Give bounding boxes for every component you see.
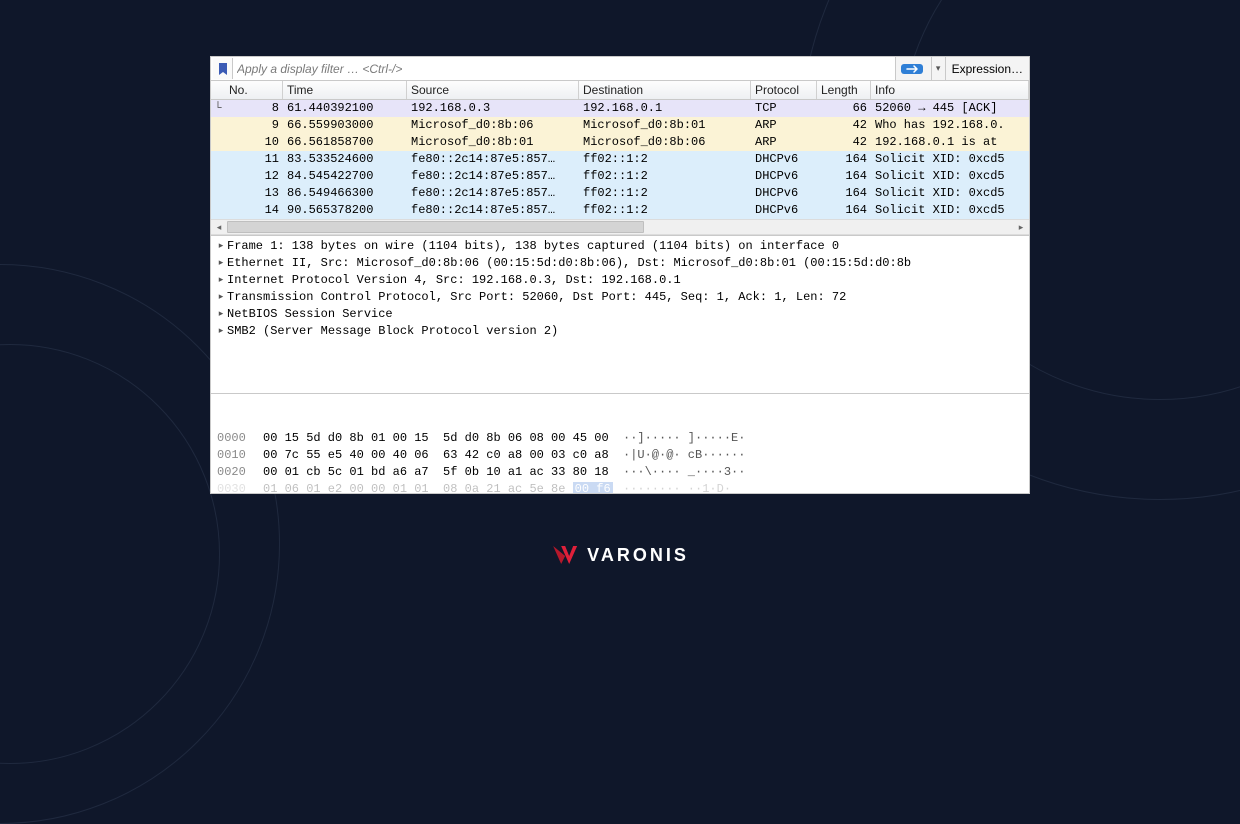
- packet-row[interactable]: 1284.545422700fe80::2c14:87e5:857…ff02::…: [211, 168, 1029, 185]
- detail-tree-item[interactable]: ▸Transmission Control Protocol, Src Port…: [215, 289, 1029, 306]
- packet-row[interactable]: 1386.549466300fe80::2c14:87e5:857…ff02::…: [211, 185, 1029, 202]
- col-header-source[interactable]: Source: [407, 81, 579, 99]
- detail-tree-item[interactable]: ▸Frame 1: 138 bytes on wire (1104 bits),…: [215, 238, 1029, 255]
- varonis-logo: VARONIS: [551, 544, 689, 566]
- col-header-info[interactable]: Info: [871, 81, 1029, 99]
- col-header-time[interactable]: Time: [283, 81, 407, 99]
- packet-row[interactable]: └861.440392100192.168.0.3192.168.0.1TCP6…: [211, 100, 1029, 117]
- expand-caret-icon[interactable]: ▸: [215, 306, 227, 323]
- packet-row[interactable]: 1490.565378200fe80::2c14:87e5:857…ff02::…: [211, 202, 1029, 219]
- packet-bytes-pane[interactable]: 000000 15 5d d0 8b 01 00 15 5d d0 8b 06 …: [211, 393, 1029, 494]
- varonis-logo-text: VARONIS: [587, 545, 689, 566]
- packet-row[interactable]: 1066.561858700Microsof_d0:8b:01Microsof_…: [211, 134, 1029, 151]
- col-header-protocol[interactable]: Protocol: [751, 81, 817, 99]
- packet-list-header[interactable]: No. Time Source Destination Protocol Len…: [211, 81, 1029, 100]
- detail-tree-item[interactable]: ▸SMB2 (Server Message Block Protocol ver…: [215, 323, 1029, 340]
- col-header-no[interactable]: No.: [225, 81, 283, 99]
- expand-caret-icon[interactable]: ▸: [215, 272, 227, 289]
- packet-list-pane: No. Time Source Destination Protocol Len…: [211, 81, 1029, 235]
- hex-row[interactable]: 000000 15 5d d0 8b 01 00 15 5d d0 8b 06 …: [217, 430, 1023, 447]
- expand-caret-icon[interactable]: ▸: [215, 289, 227, 306]
- apply-filter-button[interactable]: [895, 57, 931, 80]
- varonis-logo-icon: [551, 544, 579, 566]
- packet-row[interactable]: 1183.533524600fe80::2c14:87e5:857…ff02::…: [211, 151, 1029, 168]
- packet-details-pane[interactable]: ▸Frame 1: 138 bytes on wire (1104 bits),…: [211, 235, 1029, 393]
- hex-row[interactable]: 002000 01 cb 5c 01 bd a6 a7 5f 0b 10 a1 …: [217, 464, 1023, 481]
- hex-row[interactable]: 003001 06 01 e2 00 00 01 01 08 0a 21 ac …: [217, 481, 1023, 494]
- col-header-length[interactable]: Length: [817, 81, 871, 99]
- detail-tree-item[interactable]: ▸NetBIOS Session Service: [215, 306, 1029, 323]
- filter-history-dropdown[interactable]: ▾: [931, 57, 945, 80]
- col-header-destination[interactable]: Destination: [579, 81, 751, 99]
- hex-row[interactable]: 001000 7c 55 e5 40 00 40 06 63 42 c0 a8 …: [217, 447, 1023, 464]
- detail-tree-item[interactable]: ▸Ethernet II, Src: Microsof_d0:8b:06 (00…: [215, 255, 1029, 272]
- expand-caret-icon[interactable]: ▸: [215, 323, 227, 340]
- expand-caret-icon[interactable]: ▸: [215, 255, 227, 272]
- expand-caret-icon[interactable]: ▸: [215, 238, 227, 255]
- scroll-left-button[interactable]: ◂: [211, 220, 227, 234]
- expression-button[interactable]: Expression…: [945, 57, 1029, 80]
- bookmark-icon[interactable]: [213, 58, 233, 79]
- filter-toolbar: ▾ Expression…: [211, 57, 1029, 81]
- display-filter-input[interactable]: [233, 57, 895, 80]
- scroll-right-button[interactable]: ▸: [1013, 220, 1029, 234]
- packet-row[interactable]: 966.559903000Microsof_d0:8b:06Microsof_d…: [211, 117, 1029, 134]
- packet-list-hscrollbar[interactable]: ◂ ▸: [211, 219, 1029, 235]
- detail-tree-item[interactable]: ▸Internet Protocol Version 4, Src: 192.1…: [215, 272, 1029, 289]
- wireshark-window: ▾ Expression… No. Time Source Destinatio…: [210, 56, 1030, 494]
